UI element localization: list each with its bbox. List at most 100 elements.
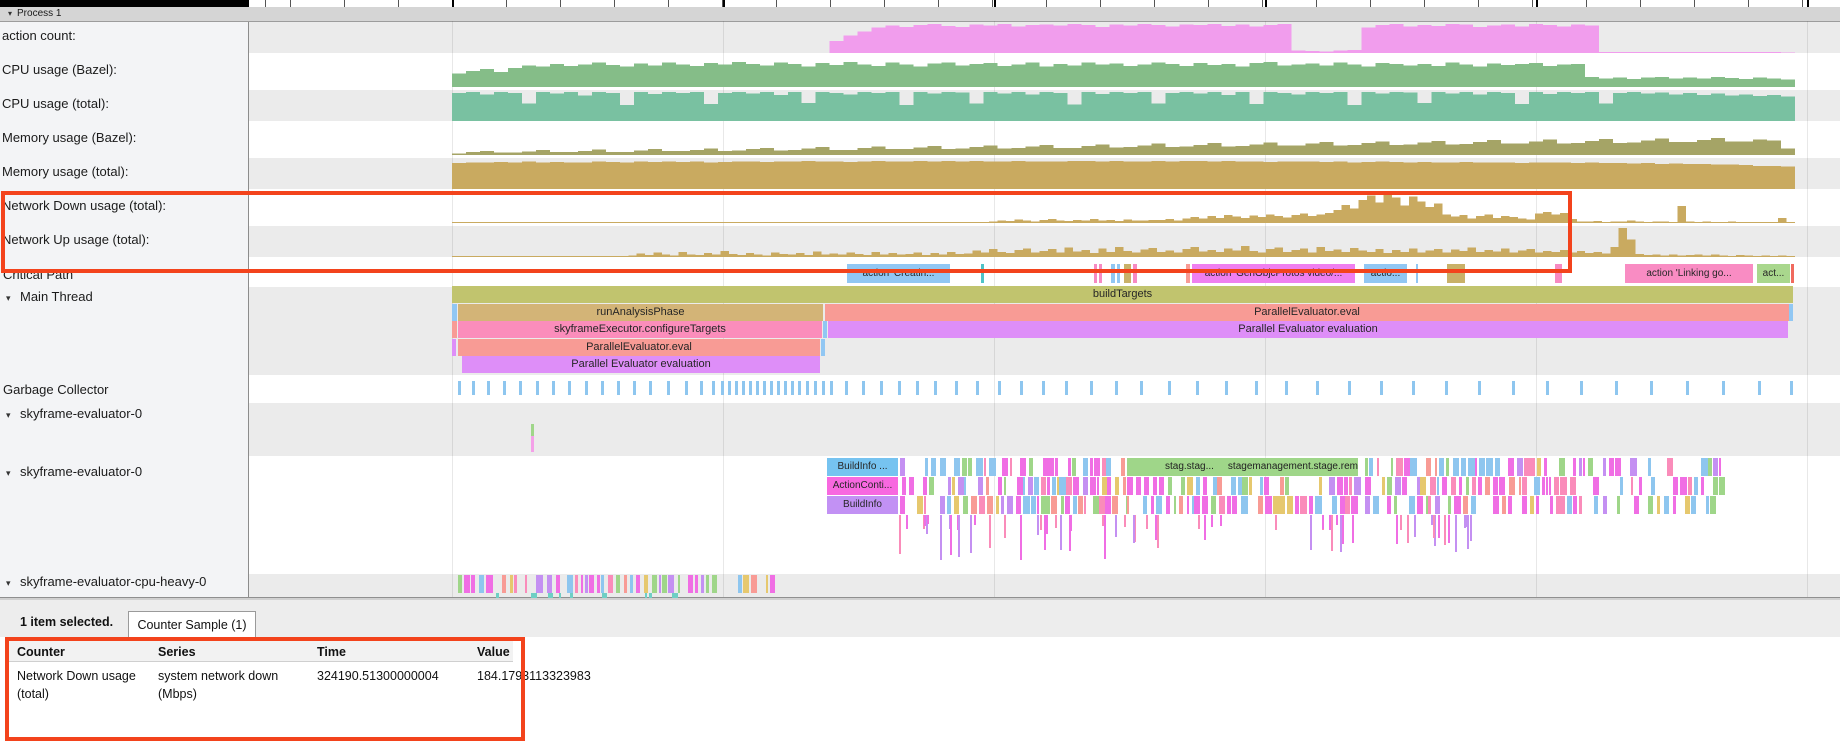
gc-tick[interactable] bbox=[1380, 381, 1383, 395]
event-sliver[interactable] bbox=[1007, 496, 1013, 514]
span-parallelevaluator-eval[interactable]: ParallelEvaluator.eval bbox=[825, 304, 1789, 321]
critical-path-sliver[interactable] bbox=[1117, 264, 1120, 283]
event-sliver[interactable] bbox=[1446, 458, 1450, 476]
event-sliver[interactable] bbox=[989, 515, 991, 548]
event-sliver[interactable] bbox=[738, 575, 742, 593]
event-sliver[interactable] bbox=[712, 575, 718, 593]
event-sliver[interactable] bbox=[1337, 477, 1344, 495]
gc-tick[interactable] bbox=[1285, 381, 1288, 395]
gc-tick[interactable] bbox=[617, 381, 620, 395]
event-sliver[interactable] bbox=[1084, 496, 1086, 514]
event-sliver[interactable] bbox=[1430, 477, 1436, 495]
event-sliver[interactable] bbox=[1156, 496, 1162, 514]
event-sliver[interactable] bbox=[1471, 496, 1476, 514]
event-sliver[interactable] bbox=[1387, 477, 1392, 495]
event-sliver[interactable] bbox=[1444, 515, 1446, 545]
gc-tick[interactable] bbox=[862, 381, 865, 395]
event-sliver[interactable] bbox=[986, 477, 990, 495]
event-sliver[interactable] bbox=[1448, 496, 1451, 514]
event-sliver[interactable] bbox=[570, 593, 573, 598]
event-sliver[interactable] bbox=[1391, 458, 1394, 476]
event-sliver[interactable] bbox=[1706, 496, 1709, 514]
event-sliver[interactable] bbox=[1560, 458, 1564, 476]
event-sliver[interactable] bbox=[923, 477, 927, 495]
event-sliver[interactable] bbox=[486, 575, 493, 593]
span-parallel-evaluator-evaluation[interactable]: Parallel Evaluator evaluation bbox=[828, 321, 1788, 338]
gc-tick[interactable] bbox=[976, 381, 979, 395]
gc-tick[interactable] bbox=[806, 381, 809, 395]
event-sliver[interactable] bbox=[1094, 458, 1099, 476]
event-sliver[interactable] bbox=[1537, 458, 1541, 476]
event-sliver[interactable] bbox=[701, 575, 704, 593]
event-sliver[interactable] bbox=[1202, 496, 1208, 514]
event-sliver[interactable] bbox=[1365, 477, 1371, 495]
event-sliver[interactable] bbox=[1691, 496, 1696, 514]
event-sliver[interactable] bbox=[954, 458, 961, 476]
event-sliver[interactable] bbox=[1420, 477, 1427, 495]
event-sliver[interactable] bbox=[589, 575, 594, 593]
event-sliver[interactable] bbox=[1701, 458, 1708, 476]
event-sliver[interactable] bbox=[1479, 458, 1485, 476]
event-sliver[interactable] bbox=[1365, 496, 1370, 514]
event-sliver[interactable] bbox=[1001, 496, 1004, 514]
event-sliver[interactable] bbox=[1354, 477, 1361, 495]
critical-path-sliver[interactable] bbox=[1124, 264, 1131, 283]
event-sliver[interactable] bbox=[1241, 496, 1248, 514]
span-buildinfo[interactable]: BuildInfo ... bbox=[827, 458, 898, 476]
event-sliver[interactable] bbox=[1439, 458, 1445, 476]
event-sliver[interactable] bbox=[1073, 496, 1078, 514]
event-sliver[interactable] bbox=[1051, 496, 1057, 514]
event-sliver[interactable] bbox=[940, 496, 945, 514]
event-sliver[interactable] bbox=[1124, 515, 1126, 527]
event-sliver[interactable] bbox=[1157, 515, 1159, 548]
counter-chart-cpu-usage-total[interactable] bbox=[249, 90, 1840, 121]
event-sliver[interactable] bbox=[976, 458, 983, 476]
event-sliver[interactable] bbox=[1065, 496, 1069, 514]
gc-tick[interactable] bbox=[934, 381, 937, 395]
event-sliver[interactable] bbox=[1530, 496, 1533, 514]
event-sliver[interactable] bbox=[1104, 515, 1106, 559]
event-sliver[interactable] bbox=[1373, 496, 1379, 514]
event-sliver[interactable] bbox=[1573, 458, 1576, 476]
gc-tick[interactable] bbox=[1090, 381, 1093, 395]
event-sliver[interactable] bbox=[1404, 458, 1411, 476]
event-sliver[interactable] bbox=[1115, 477, 1120, 495]
event-sliver[interactable] bbox=[1016, 496, 1021, 514]
event-sliver[interactable] bbox=[608, 575, 613, 593]
event-sliver[interactable] bbox=[1342, 515, 1344, 544]
gc-tick[interactable] bbox=[1042, 381, 1045, 395]
event-sliver[interactable] bbox=[947, 496, 952, 514]
event-sliver[interactable] bbox=[1106, 458, 1111, 476]
gc-tick[interactable] bbox=[649, 381, 652, 395]
gc-tick[interactable] bbox=[770, 381, 773, 395]
event-sliver[interactable] bbox=[1295, 496, 1300, 514]
event-sliver[interactable] bbox=[1426, 458, 1431, 476]
event-sliver[interactable] bbox=[1435, 496, 1439, 514]
gc-tick[interactable] bbox=[822, 381, 825, 395]
gc-tick[interactable] bbox=[735, 381, 738, 395]
gc-tick[interactable] bbox=[1065, 381, 1068, 395]
event-sliver[interactable] bbox=[1227, 496, 1231, 514]
critical-path-sliver[interactable] bbox=[1416, 264, 1418, 283]
gc-tick[interactable] bbox=[1615, 381, 1618, 395]
event-sliver[interactable] bbox=[1194, 496, 1200, 514]
event-sliver[interactable] bbox=[1639, 477, 1641, 495]
event-sliver[interactable] bbox=[1657, 496, 1661, 514]
event-sliver[interactable] bbox=[979, 496, 985, 514]
event-sliver[interactable] bbox=[1710, 496, 1716, 514]
event-sliver[interactable] bbox=[1453, 458, 1459, 476]
event-sliver[interactable] bbox=[1594, 496, 1598, 514]
event-sliver[interactable] bbox=[1400, 515, 1402, 530]
event-sliver[interactable] bbox=[706, 575, 710, 593]
event-sliver[interactable] bbox=[1464, 515, 1466, 528]
event-sliver[interactable] bbox=[668, 575, 675, 593]
span-stage-group[interactable]: stag.stag...stagemanagement.stage.remot.… bbox=[1127, 458, 1358, 476]
event-sliver[interactable] bbox=[1285, 477, 1290, 495]
critical-path-action-genobjcprotos-video-[interactable]: action 'GenObjcProtos video/... bbox=[1192, 264, 1355, 283]
event-sliver[interactable] bbox=[1522, 496, 1527, 514]
span-sliver[interactable] bbox=[823, 321, 827, 338]
event-sliver[interactable] bbox=[1463, 496, 1468, 514]
gc-tick[interactable] bbox=[1225, 381, 1228, 395]
gc-tick[interactable] bbox=[1020, 381, 1023, 395]
event-sliver[interactable] bbox=[1048, 458, 1054, 476]
